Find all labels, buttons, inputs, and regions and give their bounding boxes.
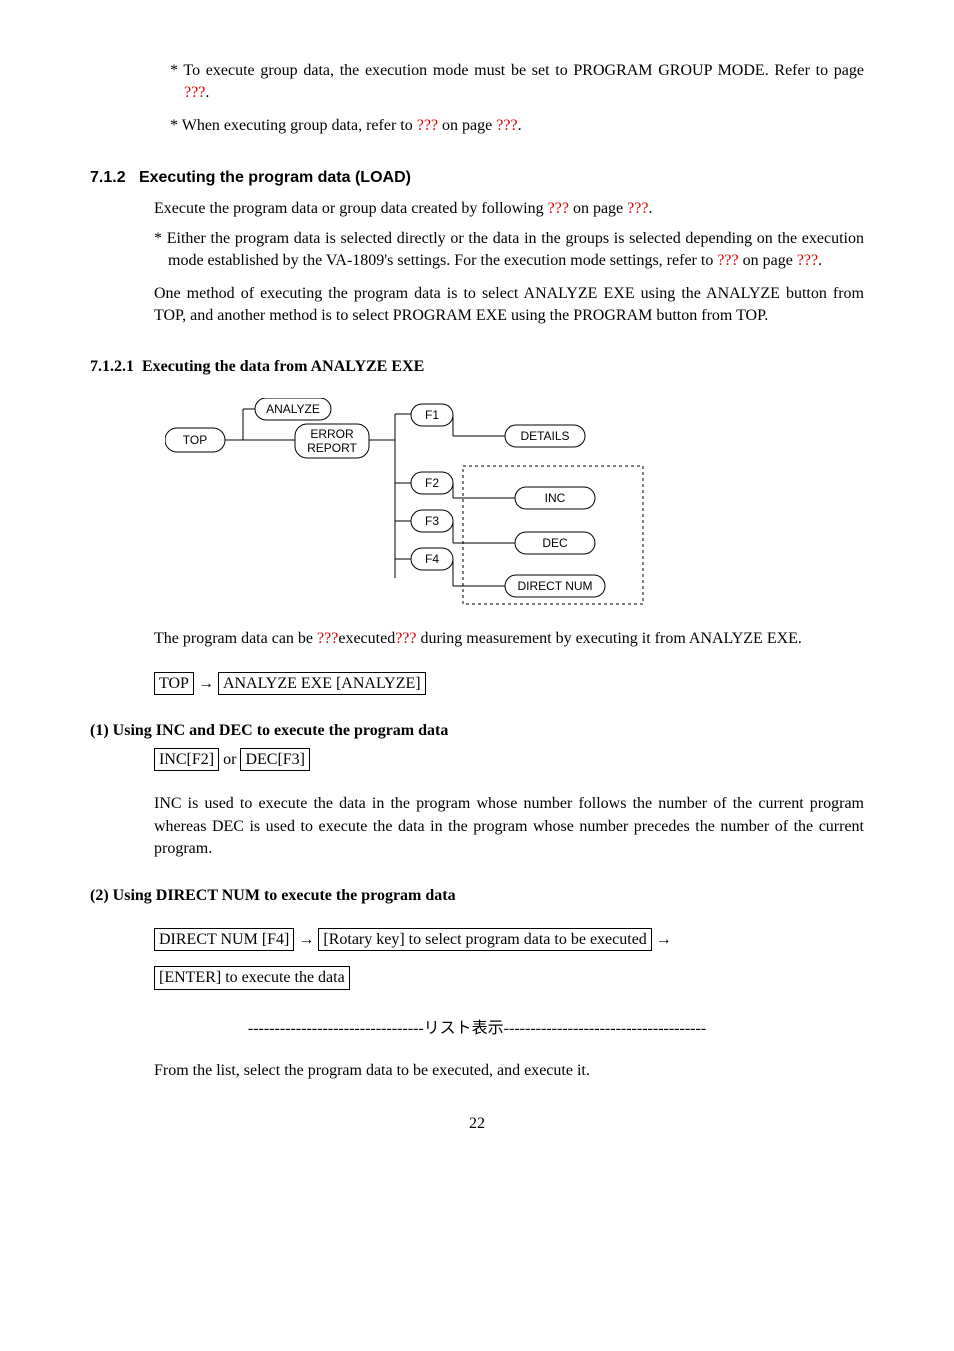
svg-text:DETAILS: DETAILS — [520, 429, 569, 443]
sub-heading-1: (1) Using INC and DEC to execute the pro… — [90, 720, 864, 742]
svg-text:F3: F3 — [425, 514, 439, 528]
paragraph-methods: One method of executing the program data… — [154, 283, 864, 328]
svg-text:DEC: DEC — [542, 536, 568, 550]
paragraph-select: From the list, select the program data t… — [154, 1060, 864, 1082]
section-heading: 7.1.2 Executing the program data (LOAD) — [90, 167, 864, 189]
note-2: * When executing group data, refer to ??… — [170, 115, 864, 137]
nav-sequence-2: INC[F2] or DEC[F3] — [154, 748, 864, 771]
nav-sequence-1: TOP → ANALYZE EXE [ANALYZE] — [154, 672, 864, 695]
sub-heading-2: (2) Using DIRECT NUM to execute the prog… — [90, 885, 864, 907]
svg-text:INC: INC — [545, 491, 566, 505]
svg-text:ANALYZE: ANALYZE — [266, 402, 320, 416]
svg-text:DIRECT NUM: DIRECT NUM — [517, 579, 592, 593]
note-3: * Either the program data is selected di… — [154, 228, 864, 273]
svg-text:F1: F1 — [425, 408, 439, 422]
paragraph-exec: The program data can be ???executed??? d… — [154, 628, 864, 650]
svg-text:ERROR: ERROR — [310, 427, 354, 441]
list-display-line: ---------------------------------リスト表示--… — [90, 1018, 864, 1040]
page-number: 22 — [90, 1113, 864, 1135]
section-intro: Execute the program data or group data c… — [154, 198, 864, 220]
svg-text:REPORT: REPORT — [307, 441, 357, 455]
note-1: * To execute group data, the execution m… — [170, 60, 864, 105]
paragraph-inc-dec: INC is used to execute the data in the p… — [154, 793, 864, 860]
svg-text:F4: F4 — [425, 552, 439, 566]
svg-text:TOP: TOP — [183, 433, 207, 447]
flow-diagram: TOP ANALYZE ERROR REPORT F1 DETAILS F2 I… — [165, 398, 864, 608]
subsection-heading: 7.1.2.1 Executing the data from ANALYZE … — [90, 356, 864, 378]
svg-text:F2: F2 — [425, 476, 439, 490]
nav-sequence-3: DIRECT NUM [F4] → [Rotary key] to select… — [154, 921, 864, 998]
